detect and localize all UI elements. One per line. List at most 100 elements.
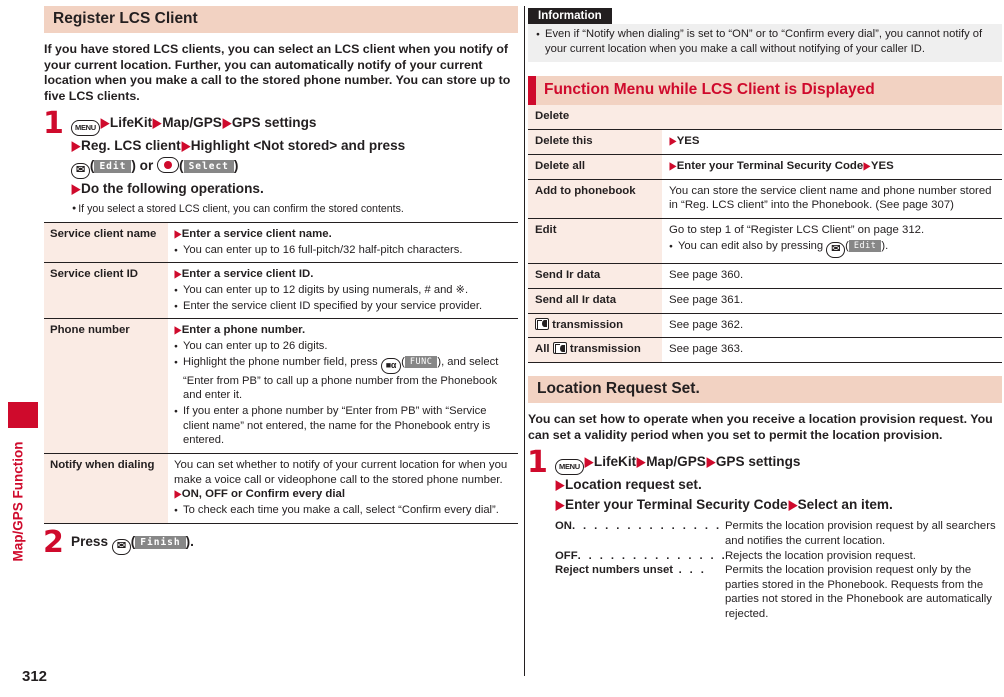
side-tab: Map/GPS Function <box>0 402 40 642</box>
bullet-item: To check each time you make a call, sele… <box>174 503 512 518</box>
bullet-item: You can enter up to 12 digits by using n… <box>174 283 512 298</box>
step-number: 2 <box>43 524 64 560</box>
field-action: ▶Enter a phone number. <box>174 324 306 337</box>
menu-key-icon[interactable]: MENU <box>71 120 100 137</box>
table-row: Send Ir data See page 360. <box>528 263 1002 289</box>
page-number: 312 <box>22 668 48 685</box>
step-2-line-1: Press ✉(Finish). <box>71 532 518 555</box>
field-value: ▶Enter a service client ID. You can ente… <box>168 262 518 319</box>
option-description: Rejects the location provision request. <box>725 549 916 562</box>
softkey-edit[interactable]: Edit <box>94 159 132 173</box>
step-1-gps-settings: GPS settings <box>231 115 317 131</box>
field-bullets: You can enter up to 12 digits by using n… <box>174 283 512 313</box>
select-key-icon[interactable] <box>157 156 180 173</box>
information-item: Even if “Notify when dialing” is set to … <box>536 27 994 56</box>
mail-key-icon[interactable]: ✉ <box>111 538 131 555</box>
lr-select-item: Select an item. <box>797 496 893 512</box>
table-row: Delete this ▶YES <box>528 128 1002 155</box>
location-request-options: ON. . . . . . . . . . . . . . . . . . Pe… <box>528 519 1002 621</box>
arrow-icon: ▶ <box>71 180 81 196</box>
function-label: Send Ir data <box>528 263 662 289</box>
field-action: ▶Enter a service client ID. <box>174 268 314 281</box>
option-term: OFF. . . . . . . . . . . . . . . . <box>555 549 725 562</box>
field-value: ▶Enter a service client name. You can en… <box>168 221 518 263</box>
softkey-func[interactable]: FUNC <box>404 355 438 368</box>
field-bullets: To check each time you make a call, sele… <box>174 503 512 518</box>
function-sub-label: Delete all <box>528 153 662 180</box>
right-column: Information Even if “Notify when dialing… <box>527 6 1002 622</box>
function-menu-title: Function Menu while LCS Client is Displa… <box>528 76 1002 106</box>
function-bullets: You can edit also by pressing ✉(Edit). <box>669 239 996 258</box>
column-divider <box>524 6 525 676</box>
field-label: Service client name <box>44 221 168 263</box>
step-2-press-label: Press <box>71 533 109 549</box>
table-row: Notify when dialing You can set whether … <box>44 452 518 524</box>
function-group-label: Delete <box>528 105 1002 130</box>
page-title: Register LCS Client <box>44 6 518 33</box>
table-row: Service client ID ▶Enter a service clien… <box>44 262 518 319</box>
field-action: ▶Enter a service client name. <box>174 227 332 240</box>
function-value-text: Go to step 1 of “Register LCS Client” on… <box>669 224 925 237</box>
lr-step-1-line-3: ▶Enter your Terminal Security Code▶Selec… <box>555 495 1002 515</box>
step-1-lifekit: LifeKit <box>109 115 153 131</box>
arrow-icon: ▶ <box>71 138 81 154</box>
bullet-item: Highlight the phone number field, press … <box>174 355 512 403</box>
arrow-icon: ▶ <box>174 228 182 240</box>
bullet-item: If you enter a phone number by “Enter fr… <box>174 404 512 448</box>
table-row: Phone number ▶Enter a phone number. You … <box>44 318 518 454</box>
arrow-icon: ▶ <box>669 160 677 172</box>
manual-page: Map/GPS Function 312 Register LCS Client… <box>0 0 1004 697</box>
function-label: Send all Ir data <box>528 288 662 314</box>
function-value: See page 362. <box>662 313 1002 339</box>
arrow-icon: ▶ <box>174 325 182 337</box>
lcs-client-fields-table: Service client name ▶Enter a service cli… <box>44 221 518 524</box>
function-value: See page 363. <box>662 337 1002 364</box>
bullet-item: You can enter up to 26 digits. <box>174 339 512 354</box>
menu-key-icon[interactable]: MENU <box>555 459 584 476</box>
option-row: Reject numbers unset . . . Permits the l… <box>555 563 1002 621</box>
function-value: See page 360. <box>662 263 1002 289</box>
step-1-line-3: ✉(Edit) or (Select) <box>71 156 518 179</box>
table-row: Delete all ▶Enter your Terminal Security… <box>528 153 1002 180</box>
table-row: transmission See page 362. <box>528 313 1002 339</box>
bullet-item: Enter the service client ID specified by… <box>174 299 512 314</box>
softkey-finish[interactable]: Finish <box>135 535 186 549</box>
bullet-item: You can enter up to 16 full-pitch/32 hal… <box>174 243 512 258</box>
step-1-mapgps: Map/GPS <box>162 115 222 131</box>
option-description: Permits the location provision request b… <box>725 520 996 547</box>
ic-transmission-icon <box>535 317 549 330</box>
field-label: Service client ID <box>44 262 168 319</box>
option-term: Reject numbers unset . . . <box>555 564 707 577</box>
field-bullets: You can enter up to 16 full-pitch/32 hal… <box>174 243 512 258</box>
step-number: 1 <box>43 106 64 142</box>
bullet-item: You can edit also by pressing ✉(Edit). <box>669 239 996 258</box>
step-1-highlight-not-stored: Highlight <Not stored> and press <box>190 138 406 154</box>
function-label: Edit <box>528 218 662 264</box>
step-1-line-1: MENU ▶LifeKit▶Map/GPS▶GPS settings <box>71 113 518 137</box>
lr-step-1-line-2: ▶Location request set. <box>555 475 1002 495</box>
lr-location-request-set: Location request set. <box>565 477 702 493</box>
mail-key-icon[interactable]: ✉ <box>826 241 846 258</box>
lr-step-1-line-1: MENU ▶LifeKit▶Map/GPS▶GPS settings <box>555 452 1002 476</box>
lr-lifekit: LifeKit <box>593 454 637 470</box>
field-text: You can set whether to notify of your cu… <box>174 458 508 486</box>
arrow-icon: ▶ <box>555 477 565 493</box>
table-row: Edit Go to step 1 of “Register LCS Clien… <box>528 218 1002 264</box>
table-row: Service client name ▶Enter a service cli… <box>44 221 518 263</box>
left-column: Register LCS Client If you have stored L… <box>43 6 518 560</box>
location-request-step-1: 1 MENU ▶LifeKit▶Map/GPS▶GPS settings ▶Loc… <box>527 448 1002 515</box>
arrow-icon: ▶ <box>863 160 871 172</box>
function-sub-label: Delete this <box>528 128 662 155</box>
i-alpha-key-icon[interactable]: ■α <box>380 357 402 374</box>
arrow-icon: ▶ <box>222 115 232 131</box>
lr-security-code: Enter your Terminal Security Code <box>565 496 788 512</box>
table-row: Add to phonebook You can store the servi… <box>528 179 1002 220</box>
arrow-icon: ▶ <box>636 454 646 470</box>
softkey-select[interactable]: Select <box>183 159 234 173</box>
mail-key-icon[interactable]: ✉ <box>71 162 90 179</box>
softkey-edit[interactable]: Edit <box>848 239 882 252</box>
arrow-icon: ▶ <box>555 496 565 512</box>
location-request-title: Location Request Set. <box>528 376 1002 404</box>
arrow-icon: ▶ <box>100 115 110 131</box>
function-value: You can store the service client name an… <box>662 179 1002 220</box>
